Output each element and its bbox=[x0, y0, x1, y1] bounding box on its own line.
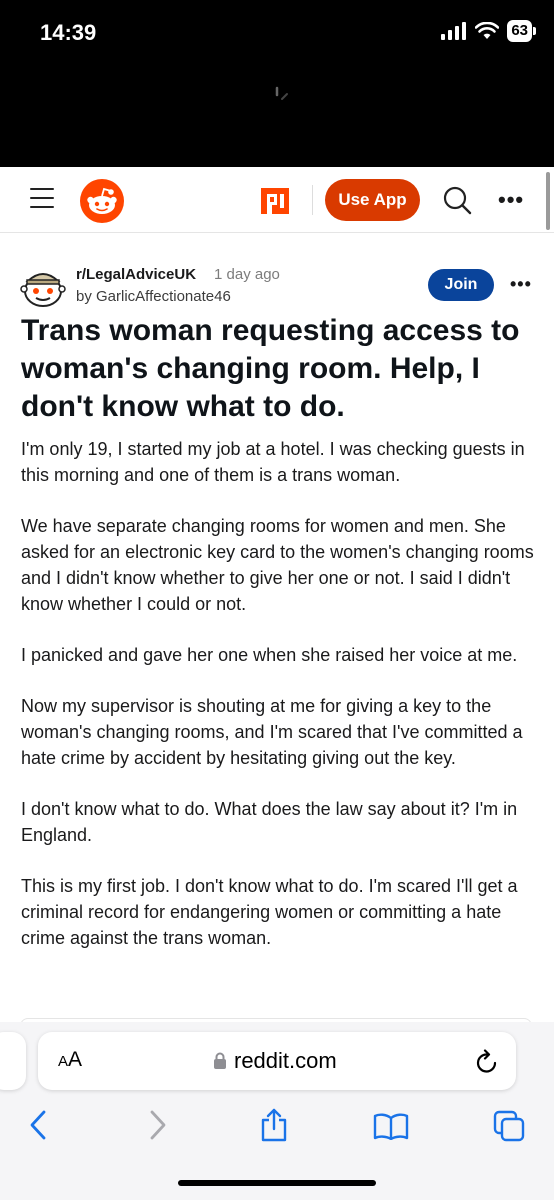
forward-icon[interactable] bbox=[146, 1108, 168, 1142]
reader-settings-button[interactable]: AA bbox=[58, 1048, 82, 1072]
join-button[interactable]: Join bbox=[428, 269, 494, 301]
lock-icon bbox=[214, 1052, 226, 1069]
post-body: I'm only 19, I started my job at a hotel… bbox=[21, 436, 541, 976]
loading-spinner-icon bbox=[275, 86, 288, 100]
cellular-signal-icon bbox=[441, 22, 467, 40]
share-icon[interactable] bbox=[259, 1108, 289, 1142]
subreddit-name[interactable]: r/LegalAdviceUK bbox=[76, 266, 196, 283]
search-icon[interactable] bbox=[442, 185, 472, 215]
reddit-header: Use App ••• bbox=[0, 167, 554, 233]
post-title: Trans woman requesting access to woman's… bbox=[21, 314, 520, 423]
post-paragraph: I'm only 19, I started my job at a hotel… bbox=[21, 439, 525, 485]
use-app-button[interactable]: Use App bbox=[325, 179, 420, 221]
status-bar: 14:39 63 bbox=[0, 0, 554, 167]
post-paragraph: This is my first job. I don't know what … bbox=[21, 876, 518, 948]
post-time: 1 day ago bbox=[214, 266, 280, 283]
popular-icon[interactable] bbox=[260, 187, 290, 215]
bookmarks-icon[interactable] bbox=[373, 1112, 409, 1140]
battery-level: 63 bbox=[511, 22, 528, 39]
post-paragraph: I don't know what to do. What does the l… bbox=[21, 799, 518, 845]
status-time: 14:39 bbox=[40, 20, 97, 45]
post-options-icon[interactable]: ••• bbox=[510, 274, 532, 295]
previous-tab-preview[interactable] bbox=[0, 1032, 26, 1090]
header-divider bbox=[312, 185, 313, 215]
url-text[interactable]: reddit.com bbox=[234, 1048, 337, 1074]
post-paragraph: Now my supervisor is shouting at me for … bbox=[21, 696, 523, 768]
wifi-icon bbox=[475, 22, 500, 39]
more-icon[interactable]: ••• bbox=[498, 187, 524, 213]
back-icon[interactable] bbox=[28, 1108, 50, 1142]
tabs-icon[interactable] bbox=[493, 1110, 525, 1142]
reload-icon[interactable] bbox=[475, 1049, 499, 1075]
post-paragraph: We have separate changing rooms for wome… bbox=[21, 516, 534, 614]
status-icons: 63 bbox=[441, 20, 536, 42]
post-paragraph: I panicked and gave her one when she rai… bbox=[21, 645, 518, 665]
post-author[interactable]: by GarlicAffectionate46 bbox=[76, 288, 231, 305]
home-indicator[interactable] bbox=[178, 1180, 376, 1186]
battery-indicator: 63 bbox=[507, 20, 536, 42]
reddit-logo-icon[interactable] bbox=[80, 179, 124, 223]
subreddit-avatar-icon[interactable] bbox=[20, 264, 66, 310]
page-scrollbar[interactable] bbox=[546, 172, 550, 230]
menu-icon[interactable] bbox=[30, 188, 54, 208]
